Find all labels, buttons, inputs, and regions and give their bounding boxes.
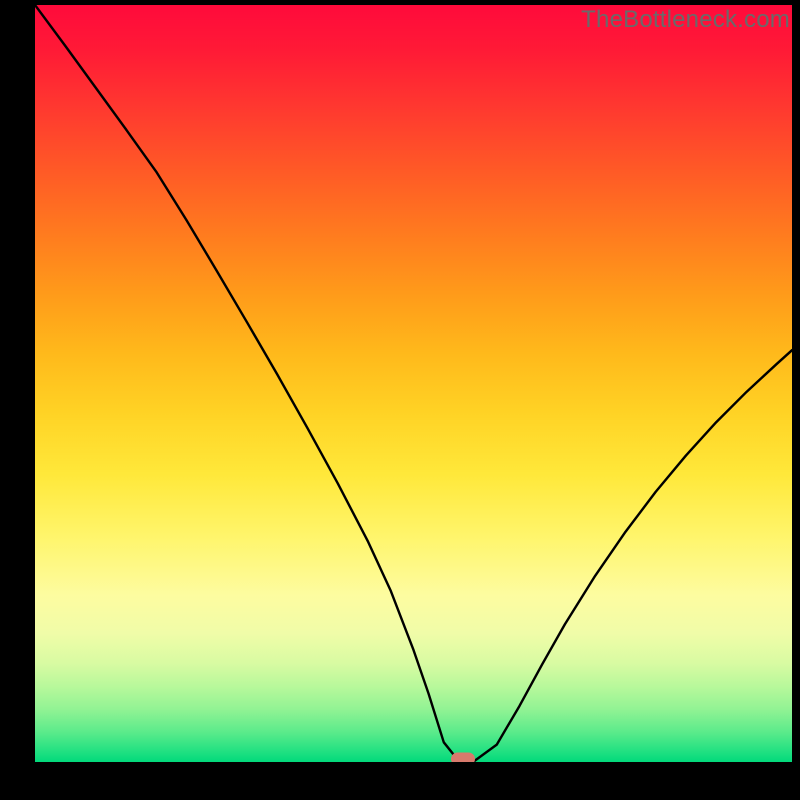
optimal-marker xyxy=(451,752,475,762)
chart-frame: TheBottleneck.com xyxy=(0,0,800,800)
plot-area xyxy=(35,5,792,762)
watermark-text: TheBottleneck.com xyxy=(581,6,790,34)
bottleneck-curve xyxy=(35,5,792,762)
